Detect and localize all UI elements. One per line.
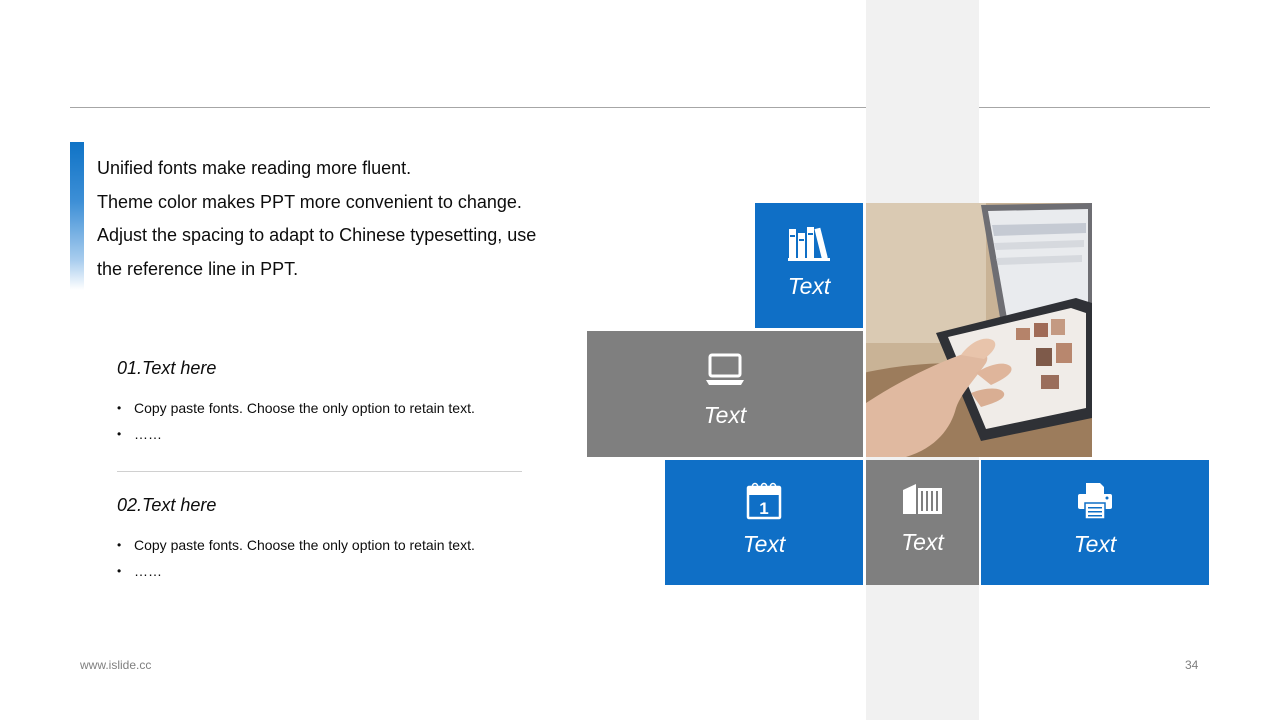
tile-books: Text [755,203,863,328]
tile-label: Text [901,529,944,555]
intro-text: Unified fonts make reading more fluent. … [97,152,567,286]
bullet-item: Copy paste fonts. Choose the only option… [117,532,537,558]
top-divider [70,107,866,108]
svg-text:1: 1 [759,499,768,518]
intro-line: Adjust the spacing to adapt to Chinese t… [97,225,537,245]
printer-icon [1076,482,1114,525]
section-01-bullets: Copy paste fonts. Choose the only option… [117,395,537,447]
calendar-icon: 1 [746,482,782,525]
intro-line: Unified fonts make reading more fluent. [97,158,412,178]
section-title-02: 02.Text here [117,495,217,515]
tile-building: Text [866,460,979,585]
bullet-item: Copy paste fonts. Choose the only option… [117,395,537,421]
section-title-01: 01.Text here [117,358,217,378]
footer-url: www.islide.cc [80,658,152,672]
bullet-item: …… [117,421,537,447]
tile-label: Text [787,273,831,299]
books-icon [788,225,830,266]
section-divider [117,471,522,472]
tile-label: Text [703,402,747,428]
tile-calendar: 1 Text [665,460,863,585]
building-icon [902,482,944,521]
tile-laptop: Text [587,331,863,457]
tablet-hand-photo [866,203,1092,457]
top-divider-right [979,107,1210,108]
intro-line: Theme color makes PPT more convenient to… [97,191,522,212]
tile-printer: Text [981,460,1209,585]
page-number: 34 [1185,658,1199,672]
laptop-icon [705,353,745,392]
intro-line: the reference line in PPT. [97,258,299,279]
accent-bar [70,142,84,290]
tile-label: Text [742,531,786,557]
bullet-item: …… [117,558,537,584]
section-02-bullets: Copy paste fonts. Choose the only option… [117,532,537,584]
tile-label: Text [1073,531,1117,557]
